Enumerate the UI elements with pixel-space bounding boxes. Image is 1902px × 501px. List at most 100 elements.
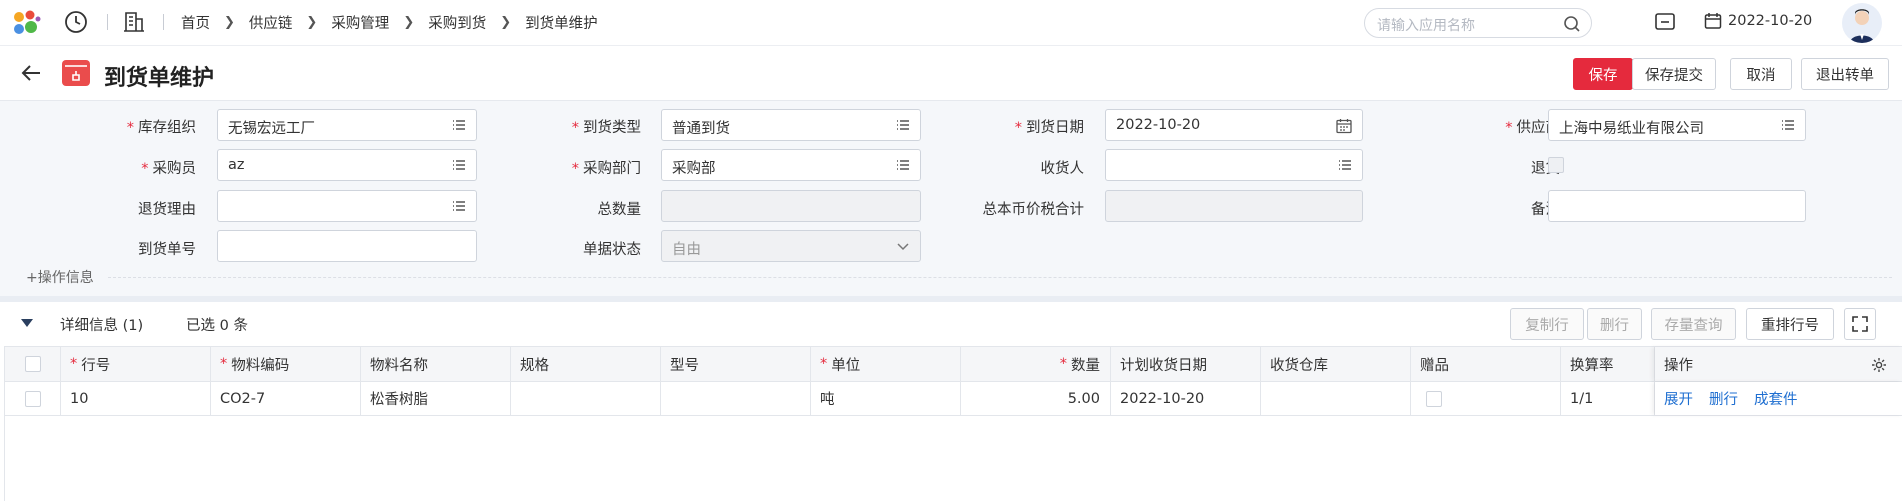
col-spec: 规格 xyxy=(511,347,661,381)
select-all-cell xyxy=(5,347,61,381)
settings-gear-icon[interactable] xyxy=(1871,357,1887,373)
table-header: * 行号 * 物料编码 物料名称 规格 型号 * 单位 * 数量 计划收货日期 收货仓库… xyxy=(5,346,1902,382)
title-row: 到货单维护 保存 保存提交 取消 退出转单 xyxy=(0,46,1902,100)
total-qty-label: 总数量 xyxy=(597,202,642,218)
total-qty-field xyxy=(661,190,921,222)
app-logo[interactable] xyxy=(13,10,41,36)
receiver-label: 收货人 xyxy=(1040,161,1085,177)
arrival-date-label: * 到货日期 xyxy=(1014,120,1084,136)
remark-field[interactable] xyxy=(1548,190,1806,222)
kit-link[interactable]: 成套件 xyxy=(1754,388,1798,409)
fullscreen-icon xyxy=(1852,316,1868,332)
total-amount-field xyxy=(1105,190,1363,222)
list-icon[interactable] xyxy=(452,199,466,213)
breadcrumb: 首页 ❯ 供应链 ❯ 采购管理 ❯ 采购到货 ❯ 到货单维护 xyxy=(181,12,598,33)
date-text: 2022-10-20 xyxy=(1728,13,1813,29)
breadcrumb-home[interactable]: 首页 xyxy=(181,12,210,33)
breadcrumb-purchase-mgmt[interactable]: 采购管理 xyxy=(331,12,389,33)
list-icon[interactable] xyxy=(452,158,466,172)
detail-toolbar: 详细信息 (1) 已选 0 条 复制行 删行 存量查询 重排行号 xyxy=(0,302,1902,344)
exit-transfer-button[interactable]: 退出转单 xyxy=(1801,58,1889,90)
col-warehouse: 收货仓库 xyxy=(1261,347,1411,381)
col-unit: * 单位 xyxy=(811,347,961,381)
col-model: 型号 xyxy=(661,347,811,381)
calendar-icon[interactable] xyxy=(1336,118,1352,134)
row-select-cell xyxy=(5,382,61,415)
collapse-triangle-icon[interactable] xyxy=(20,318,34,328)
supplier-field[interactable]: 上海中易纸业有限公司 xyxy=(1548,109,1806,141)
buyer-label: * 采购员 xyxy=(141,161,196,177)
operation-info-toggle[interactable]: +操作信息 xyxy=(26,267,94,287)
purchase-dept-field[interactable]: 采购部 xyxy=(661,149,921,181)
chevron-right-icon: ❯ xyxy=(403,15,415,30)
detail-table: * 行号 * 物料编码 物料名称 规格 型号 * 单位 * 数量 计划收货日期 收货仓库… xyxy=(4,346,1902,501)
cell-conv-rate[interactable]: 1/1 xyxy=(1561,382,1655,415)
app-search-input[interactable]: 请输入应用名称 xyxy=(1364,8,1592,38)
arrival-no-field[interactable] xyxy=(217,230,477,262)
return-reason-field[interactable] xyxy=(217,190,477,222)
table-row[interactable]: 10 CO2-7 松香树脂 吨 5.00 2022-10-20 1/1 展开 删… xyxy=(5,382,1902,416)
buyer-field[interactable]: az xyxy=(217,149,477,181)
building-icon[interactable] xyxy=(122,10,146,34)
list-icon[interactable] xyxy=(1338,158,1352,172)
arrival-date-field[interactable]: 2022-10-20 xyxy=(1105,109,1363,141)
return-checkbox[interactable] xyxy=(1548,157,1564,173)
back-arrow-icon[interactable] xyxy=(20,62,42,84)
expand-link[interactable]: 展开 xyxy=(1664,388,1693,409)
return-label: 退货 xyxy=(1531,161,1560,177)
purchase-dept-label: * 采购部门 xyxy=(571,161,641,177)
cell-warehouse[interactable] xyxy=(1261,382,1411,415)
cell-material-code[interactable]: CO2-7 xyxy=(211,382,361,415)
header-form: * 库存组织 无锡宏远工厂 * 到货类型 普通到货 * 到货日期 2022-10-20… xyxy=(0,100,1902,296)
search-icon[interactable] xyxy=(1563,15,1581,33)
col-material-code: * 物料编码 xyxy=(211,347,361,381)
list-icon[interactable] xyxy=(452,118,466,132)
inventory-org-label: * 库存组织 xyxy=(126,120,196,136)
cell-spec[interactable] xyxy=(511,382,661,415)
cancel-button[interactable]: 取消 xyxy=(1730,58,1792,90)
avatar[interactable] xyxy=(1842,3,1882,43)
list-icon[interactable] xyxy=(896,158,910,172)
return-reason-label: 退货理由 xyxy=(138,202,196,218)
col-material-name: 物料名称 xyxy=(361,347,511,381)
receiver-field[interactable] xyxy=(1105,149,1363,181)
page-app-icon xyxy=(62,60,90,86)
selected-count: 已选 0 条 xyxy=(186,318,248,334)
row-checkbox[interactable] xyxy=(24,390,41,407)
delete-row-link[interactable]: 删行 xyxy=(1709,388,1738,409)
cell-actions: 展开 删行 成套件 xyxy=(1655,382,1902,415)
top-bar: 首页 ❯ 供应链 ❯ 采购管理 ❯ 采购到货 ❯ 到货单维护 请输入应用名称 2… xyxy=(0,0,1902,46)
message-icon[interactable] xyxy=(1654,11,1676,33)
breadcrumb-purchase-arrival[interactable]: 采购到货 xyxy=(428,12,486,33)
arrival-type-field[interactable]: 普通到货 xyxy=(661,109,921,141)
select-all-checkbox[interactable] xyxy=(24,356,41,372)
divider xyxy=(107,14,108,30)
arrival-no-label: 到货单号 xyxy=(138,242,196,258)
stock-query-button[interactable]: 存量查询 xyxy=(1651,308,1736,340)
renumber-button[interactable]: 重排行号 xyxy=(1746,308,1834,340)
cell-unit[interactable]: 吨 xyxy=(811,382,961,415)
detail-title: 详细信息 (1) xyxy=(60,318,144,334)
current-date: 2022-10-20 xyxy=(1704,12,1812,30)
cell-material-name[interactable]: 松香树脂 xyxy=(361,382,511,415)
cell-plan-date[interactable]: 2022-10-20 xyxy=(1111,382,1261,415)
list-icon[interactable] xyxy=(896,118,910,132)
doc-status-label: 单据状态 xyxy=(583,242,641,258)
history-clock-icon[interactable] xyxy=(64,10,88,34)
cell-model[interactable] xyxy=(661,382,811,415)
save-submit-button[interactable]: 保存提交 xyxy=(1632,58,1716,90)
inventory-org-field[interactable]: 无锡宏远工厂 xyxy=(217,109,477,141)
delete-row-button[interactable]: 删行 xyxy=(1587,308,1642,340)
calendar-icon xyxy=(1704,13,1722,29)
gift-checkbox[interactable] xyxy=(1426,390,1442,407)
copy-row-button[interactable]: 复制行 xyxy=(1510,308,1584,340)
save-button[interactable]: 保存 xyxy=(1573,58,1633,90)
col-line-no: * 行号 xyxy=(61,347,211,381)
cell-line-no[interactable]: 10 xyxy=(61,382,211,415)
breadcrumb-supply-chain[interactable]: 供应链 xyxy=(249,12,293,33)
list-icon[interactable] xyxy=(1781,118,1795,132)
cell-gift xyxy=(1411,382,1561,415)
search-placeholder: 请输入应用名称 xyxy=(1377,18,1475,34)
fullscreen-button[interactable] xyxy=(1844,308,1876,340)
cell-qty[interactable]: 5.00 xyxy=(961,382,1111,415)
